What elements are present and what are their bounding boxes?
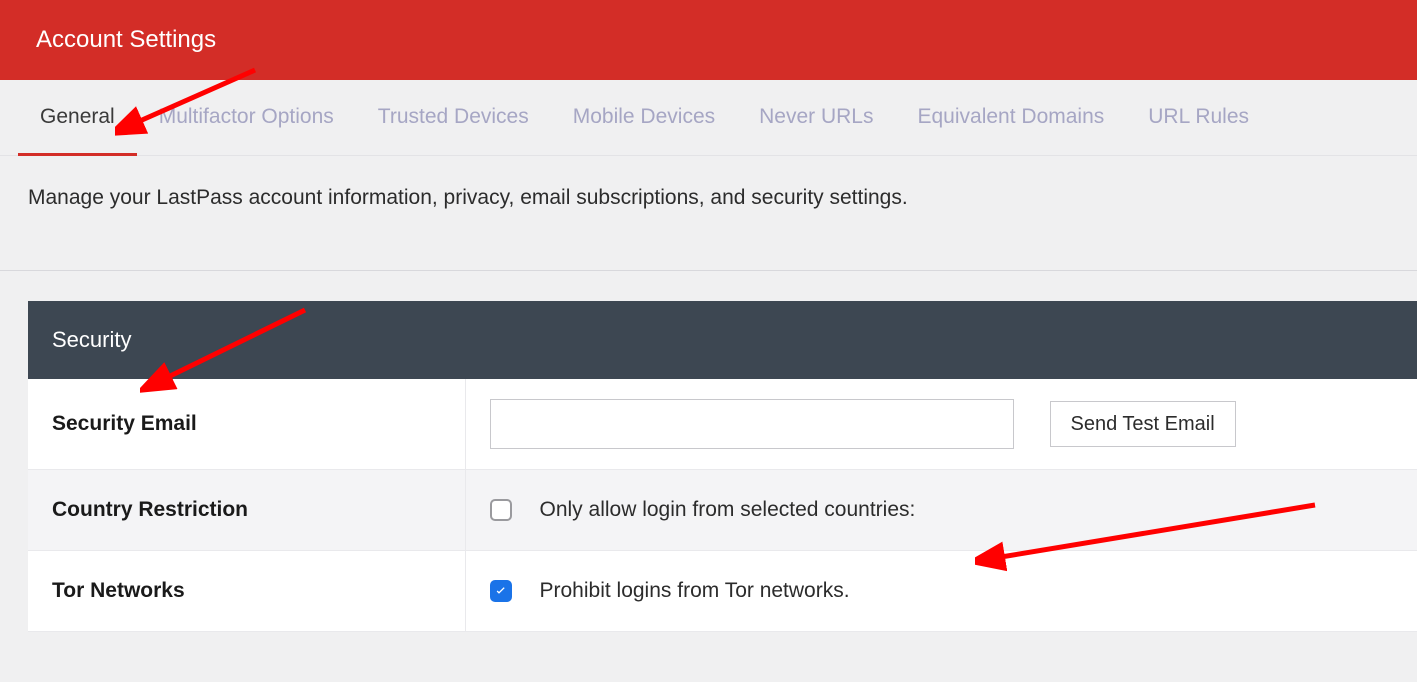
tor-networks-checkbox-label: Prohibit logins from Tor networks. xyxy=(540,579,850,603)
value-security-email: Send Test Email xyxy=(465,379,1417,470)
page-header: Account Settings xyxy=(0,0,1417,80)
tab-multifactor-options[interactable]: Multifactor Options xyxy=(137,81,356,156)
tab-equivalent-domains[interactable]: Equivalent Domains xyxy=(896,81,1127,156)
settings-table: Security Email Send Test Email Country R… xyxy=(28,379,1417,632)
tab-general[interactable]: General xyxy=(18,81,137,156)
tab-trusted-devices[interactable]: Trusted Devices xyxy=(356,81,551,156)
check-icon xyxy=(493,583,509,599)
tab-url-rules[interactable]: URL Rules xyxy=(1126,81,1271,156)
row-country-restriction: Country Restriction Only allow login fro… xyxy=(28,470,1417,551)
tab-never-urls[interactable]: Never URLs xyxy=(737,81,895,156)
value-country-restriction: Only allow login from selected countries… xyxy=(465,470,1417,551)
value-tor-networks: Prohibit logins from Tor networks. xyxy=(465,551,1417,632)
tor-networks-checkbox[interactable] xyxy=(490,580,512,602)
page-title: Account Settings xyxy=(36,26,216,53)
label-tor-networks: Tor Networks xyxy=(28,551,465,632)
security-email-input[interactable] xyxy=(490,399,1014,449)
label-country-restriction: Country Restriction xyxy=(28,470,465,551)
row-security-email: Security Email Send Test Email xyxy=(28,379,1417,470)
tabs-bar: General Multifactor Options Trusted Devi… xyxy=(0,80,1417,156)
content-area: Security Security Email Send Test Email … xyxy=(0,271,1417,632)
tab-mobile-devices[interactable]: Mobile Devices xyxy=(551,81,737,156)
tab-description: Manage your LastPass account information… xyxy=(0,156,1417,271)
country-restriction-checkbox[interactable] xyxy=(490,499,512,521)
row-tor-networks: Tor Networks Prohibit logins from Tor ne… xyxy=(28,551,1417,632)
section-title: Security xyxy=(52,327,131,352)
country-restriction-checkbox-label: Only allow login from selected countries… xyxy=(540,498,916,522)
section-header-security: Security xyxy=(28,301,1417,379)
send-test-email-button[interactable]: Send Test Email xyxy=(1050,401,1236,447)
label-security-email: Security Email xyxy=(28,379,465,470)
